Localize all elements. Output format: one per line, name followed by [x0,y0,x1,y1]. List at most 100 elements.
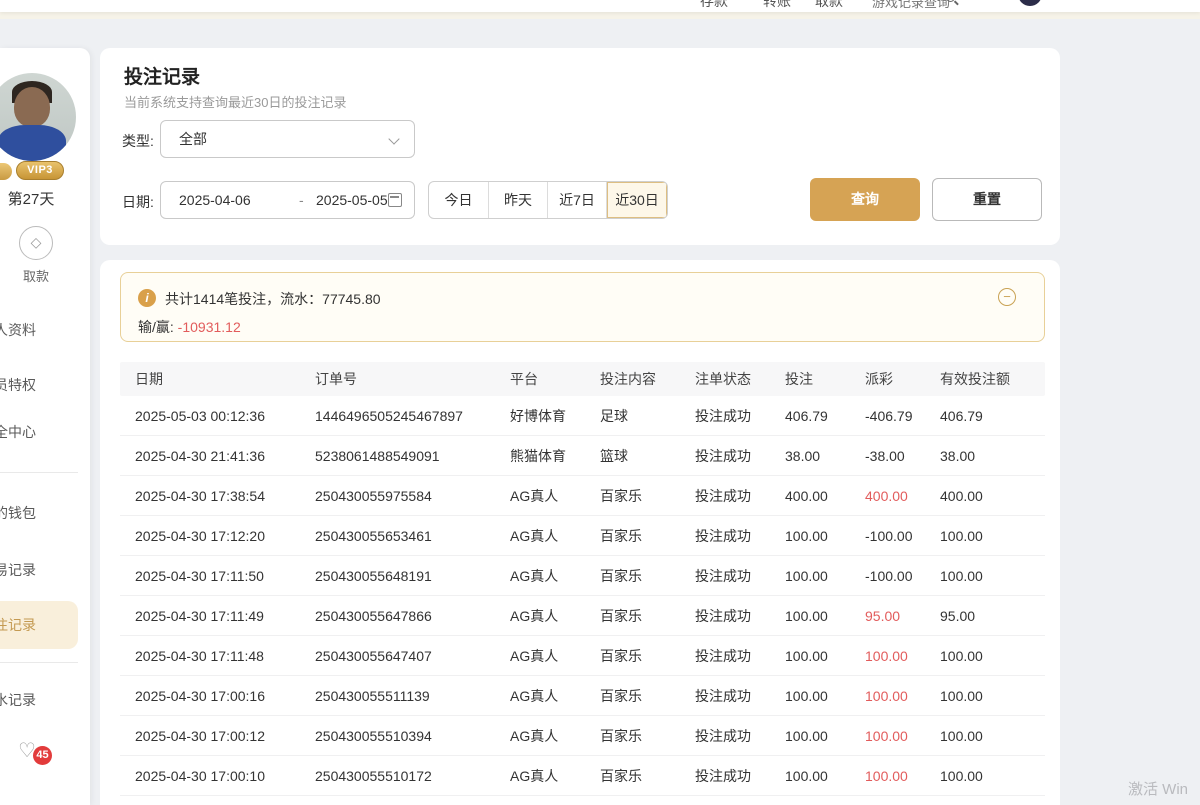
cell-content: 足球 [600,406,695,426]
cell-order: 250430055975584 [315,488,510,504]
top-navigation: 存款 转账 取款 游戏记录查询 [0,0,1200,12]
cell-bet: 406.79 [785,408,865,424]
cell-status: 投注成功 [695,406,785,426]
quick-action-label: 取款 [0,266,72,285]
cell-bet: 100.00 [785,648,865,664]
user-avatar[interactable] [0,73,76,161]
vip-medal-icon [0,163,12,180]
cell-date: 2025-05-03 00:12:36 [135,408,315,424]
windows-activation-watermark: 激活 Win [1128,778,1188,799]
cell-platform: AG真人 [510,726,600,746]
table-row: 2025-05-03 00:12:361446496505245467897好博… [120,396,1045,436]
filter-card: 投注记录 当前系统支持查询最近30日的投注记录 类型: 全部 日期: 2025-… [100,48,1060,245]
sidebar-item-transaction-records[interactable]: 交易记录 [0,553,36,587]
cell-payout: 400.00 [865,488,940,504]
query-button[interactable]: 查询 [810,178,920,221]
quick-range-group: 今日 昨天 近7日 近30日 [428,181,668,219]
cell-status: 投注成功 [695,566,785,586]
announcement-strip [0,12,1200,19]
info-icon: i [138,289,156,307]
summary-line1: 共计1414笔投注，流水：77745.80 [165,289,381,309]
sidebar-item-bet-records[interactable]: 投注记录 [0,608,36,642]
nav-item-deposit[interactable]: 存款 [700,0,728,11]
cell-date: 2025-04-30 17:11:49 [135,608,315,624]
table-row: 2025-04-30 17:11:48250430055647407AG真人百家… [120,636,1045,676]
cell-bet: 100.00 [785,688,865,704]
cell-platform: AG真人 [510,526,600,546]
summary-line2: 输/赢: -10931.12 [138,317,241,337]
cell-content: 百家乐 [600,766,695,786]
summary-count: 共计1414笔投注， [165,291,280,307]
date-start-value: 2025-04-06 [179,182,251,218]
avatar-face [14,87,50,127]
cell-bet: 100.00 [785,608,865,624]
cell-valid: 100.00 [940,768,1045,784]
sidebar-item-privilege[interactable]: 会员特权 [0,368,36,402]
nav-user-avatar[interactable] [1018,0,1042,6]
summary-turnover-label: 流水： [280,291,322,307]
sidebar-item-profile[interactable]: 个人资料 [0,313,36,347]
cell-platform: AG真人 [510,606,600,626]
cell-bet: 38.00 [785,448,865,464]
nav-item-transfer[interactable]: 转账 [763,0,791,11]
range-7days-button[interactable]: 近7日 [547,182,606,218]
cell-date: 2025-04-30 17:11:48 [135,648,315,664]
reset-button[interactable]: 重置 [932,178,1042,221]
table-row: 2025-04-30 17:00:10250430055510172AG真人百家… [120,756,1045,796]
range-today-button[interactable]: 今日 [429,182,488,218]
cell-status: 投注成功 [695,446,785,466]
quick-action-withdraw[interactable]: ◇ 取款 [0,226,72,285]
cell-payout: -406.79 [865,408,940,424]
cell-platform: 熊猫体育 [510,446,600,466]
cell-content: 百家乐 [600,646,695,666]
sidebar-item-wallet[interactable]: 我的钱包 [0,496,36,530]
type-select-value: 全部 [179,131,207,147]
cell-status: 投注成功 [695,486,785,506]
cell-order: 1446496505245467897 [315,408,510,424]
cell-payout: 100.00 [865,768,940,784]
cell-platform: 好博体育 [510,406,600,426]
nav-search[interactable]: 游戏记录查询 [872,0,950,11]
table-body: 2025-05-03 00:12:361446496505245467897好博… [120,396,1045,796]
cell-bet: 100.00 [785,728,865,744]
cell-valid: 38.00 [940,448,1045,464]
cell-date: 2025-04-30 17:00:16 [135,688,315,704]
table-row: 2025-04-30 17:00:16250430055511139AG真人百家… [120,676,1045,716]
cell-status: 投注成功 [695,606,785,626]
cell-payout: 95.00 [865,608,940,624]
table-row: 2025-04-30 21:41:365238061488549091熊猫体育篮… [120,436,1045,476]
cell-date: 2025-04-30 21:41:36 [135,448,315,464]
table-header-cell: 注单状态 [695,369,785,389]
cell-payout: 100.00 [865,728,940,744]
cell-status: 投注成功 [695,686,785,706]
table-header-cell: 日期 [135,369,315,389]
cell-date: 2025-04-30 17:00:12 [135,728,315,744]
range-yesterday-button[interactable]: 昨天 [488,182,547,218]
cell-valid: 400.00 [940,488,1045,504]
type-select[interactable]: 全部 [160,120,415,158]
cell-status: 投注成功 [695,526,785,546]
sidebar-item-security[interactable]: 安全中心 [0,415,36,449]
cell-status: 投注成功 [695,766,785,786]
cell-order: 250430055647407 [315,648,510,664]
cell-payout: -100.00 [865,568,940,584]
cell-platform: AG真人 [510,686,600,706]
cell-order: 250430055653461 [315,528,510,544]
table-header-cell: 投注 [785,369,865,389]
range-30days-button[interactable]: 近30日 [606,182,667,218]
cell-date: 2025-04-30 17:11:50 [135,568,315,584]
calendar-icon[interactable] [388,193,402,207]
cell-order: 250430055510172 [315,768,510,784]
date-label: 日期: [122,192,154,212]
chevron-down-icon [388,133,399,144]
sidebar-item-rebate-records[interactable]: 返水记录 [0,683,36,717]
cell-content: 百家乐 [600,606,695,626]
nav-item-withdraw[interactable]: 取款 [815,0,843,11]
cell-valid: 100.00 [940,568,1045,584]
collapse-icon[interactable]: − [998,288,1016,306]
cell-valid: 100.00 [940,648,1045,664]
date-range-input[interactable]: 2025-04-06 - 2025-05-05 [160,181,415,219]
table-row: 2025-04-30 17:12:20250430055653461AG真人百家… [120,516,1045,556]
cell-valid: 95.00 [940,608,1045,624]
cell-date: 2025-04-30 17:12:20 [135,528,315,544]
